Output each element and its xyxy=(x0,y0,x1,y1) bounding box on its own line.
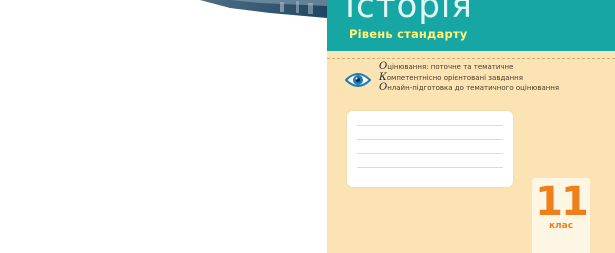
book-cover: Історія Рівень стандарту Оцінювання: пот… xyxy=(327,0,615,253)
feature-text: цінювання: поточне та тематичне xyxy=(387,63,514,71)
book-title: Історія xyxy=(345,0,473,26)
feature-list: Оцінювання: поточне та тематичне Компете… xyxy=(379,61,560,94)
eye-icon xyxy=(345,73,371,87)
feature-item: Компетентнісно орієнтовані завдання xyxy=(379,71,559,84)
book-subtitle: Рівень стандарту xyxy=(349,27,468,41)
grade-badge: 11 клас xyxy=(532,178,590,253)
grade-number: 11 xyxy=(535,179,589,225)
grade-label: клас xyxy=(548,221,574,231)
feature-text: нлайн-підготовка до тематичного оцінюван… xyxy=(387,84,560,92)
write-line xyxy=(357,139,503,140)
write-line xyxy=(357,153,503,154)
feature-initial: К xyxy=(379,71,387,83)
write-line xyxy=(357,125,503,126)
feature-item: Онлайн-підготовка до тематичного оцінюва… xyxy=(379,82,560,94)
feature-item: Оцінювання: поточне та тематичне xyxy=(379,61,559,73)
feature-initial: О xyxy=(379,61,388,72)
name-card xyxy=(347,111,513,187)
feature-initial: О xyxy=(379,82,388,93)
dashed-divider xyxy=(327,58,615,59)
write-line xyxy=(357,167,503,168)
feature-text: омпетентнісно орієнтовані завдання xyxy=(386,73,523,82)
title-band: Історія Рівень стандарту xyxy=(327,0,615,51)
previous-cover-corner xyxy=(200,0,327,18)
